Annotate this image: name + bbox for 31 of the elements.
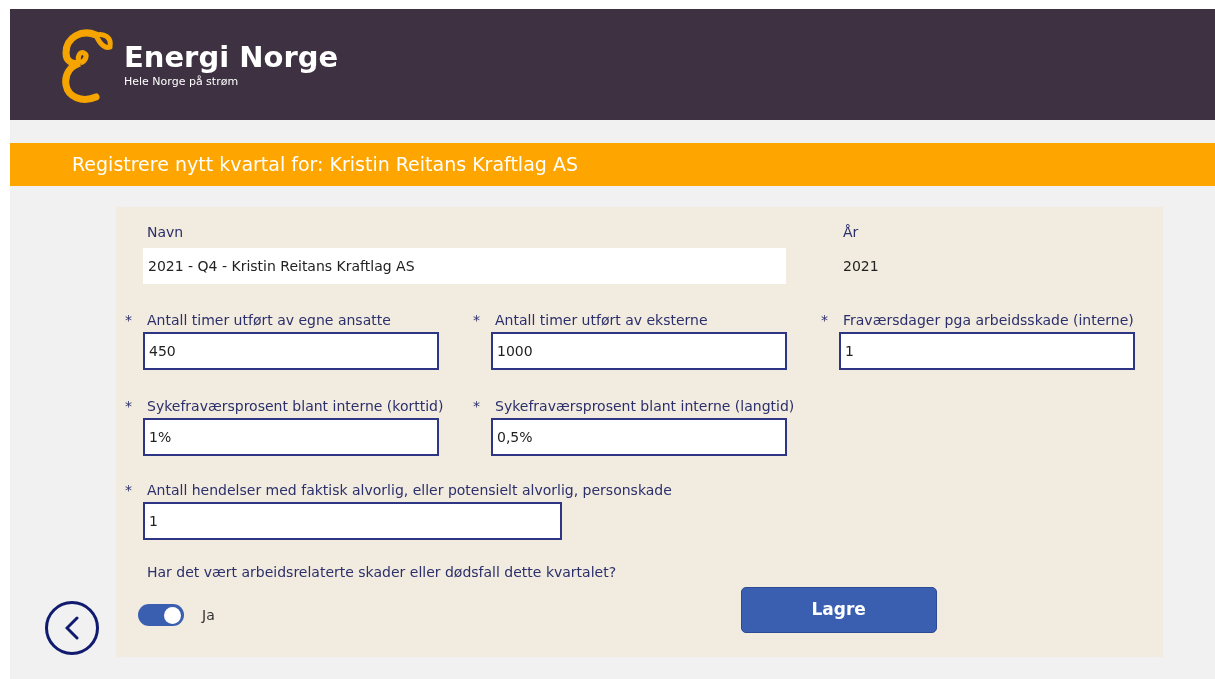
chevron-left-icon bbox=[65, 616, 79, 640]
field-label: Antall hendelser med faktisk alvorlig, eller potensielt alvorlig, personskade bbox=[147, 481, 672, 500]
input-field[interactable]: 1 bbox=[143, 502, 562, 540]
year-value: 2021 bbox=[843, 256, 879, 276]
field-label: Fraværsdager pga arbeidsskade (interne) bbox=[843, 311, 1134, 330]
required-asterisk: * bbox=[473, 311, 481, 330]
back-button[interactable] bbox=[45, 601, 99, 655]
input-field[interactable]: 1000 bbox=[491, 332, 787, 370]
required-asterisk: * bbox=[821, 311, 829, 330]
input-field[interactable]: 1 bbox=[839, 332, 1135, 370]
input-field[interactable]: 450 bbox=[143, 332, 439, 370]
required-asterisk: * bbox=[473, 397, 481, 416]
required-asterisk: * bbox=[125, 481, 133, 500]
logo-tagline: Hele Norge på strøm bbox=[124, 74, 240, 89]
field-label: Antall timer utført av egne ansatte bbox=[147, 311, 391, 330]
name-field: 2021 - Q4 - Kristin Reitans Kraftlag AS bbox=[143, 248, 786, 284]
field-label: Sykefraværsprosent blant interne (langtid) bbox=[495, 397, 795, 416]
toggle-label: Ja bbox=[202, 605, 215, 625]
required-asterisk: * bbox=[125, 397, 133, 416]
input-field[interactable]: 1% bbox=[143, 418, 439, 456]
field-label: Antall timer utført av eksterne bbox=[495, 311, 708, 330]
page-title: Registrere nytt kvartal for: Kristin Reitans Kraftlag AS bbox=[72, 152, 578, 178]
required-asterisk: * bbox=[125, 311, 133, 330]
field-label: Sykefraværsprosent blant interne (korttid) bbox=[147, 397, 444, 416]
logo-title: Energi Norge bbox=[124, 40, 339, 73]
save-button[interactable]: Lagre bbox=[740, 587, 937, 633]
field-label: Navn bbox=[147, 223, 185, 242]
toggle-switch[interactable] bbox=[138, 604, 184, 626]
field-label: År bbox=[843, 223, 860, 242]
input-field[interactable]: 0,5% bbox=[491, 418, 787, 456]
question-label: Har det vært arbeidsrelaterte skader eller dødsfall dette kvartalet? bbox=[147, 563, 618, 582]
